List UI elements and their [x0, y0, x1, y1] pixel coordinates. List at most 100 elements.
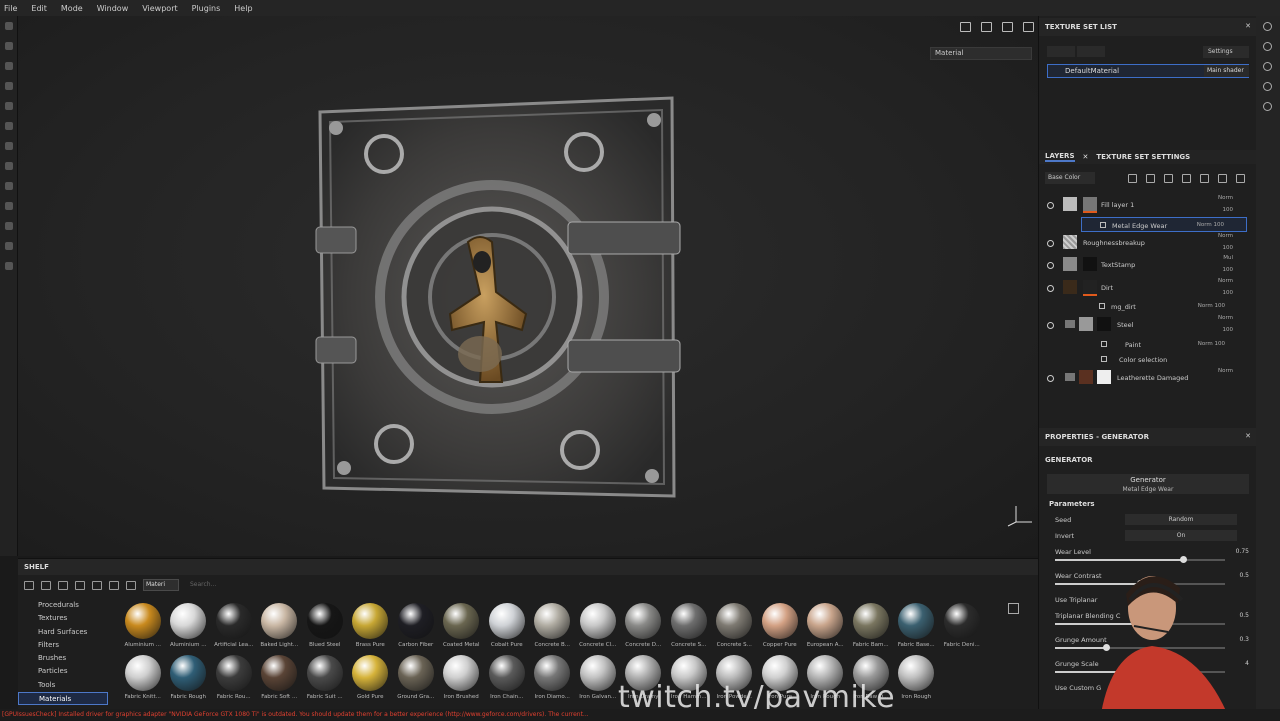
sublayer-row[interactable]: Paint Norm 100: [1039, 337, 1247, 352]
parameter-value[interactable]: 0.3: [1239, 636, 1249, 643]
material-tile[interactable]: Iron Galvan...: [575, 655, 621, 707]
list-icon[interactable]: [58, 580, 68, 590]
layer-row[interactable]: TextStamp Mul 100: [1039, 254, 1247, 277]
frame-icon[interactable]: [960, 22, 971, 32]
shelf-category-item[interactable]: Tools: [18, 679, 108, 692]
blend-mode[interactable]: Norm 100: [1198, 341, 1225, 347]
projection-icon[interactable]: [5, 62, 13, 70]
export-icon[interactable]: [5, 242, 13, 250]
visibility-eye-icon[interactable]: [1047, 284, 1054, 292]
material-tile[interactable]: Fabric Bam...: [848, 603, 894, 655]
material-tile[interactable]: Blued Steel: [302, 603, 348, 655]
tab-texture-set-settings[interactable]: TEXTURE SET SETTINGS: [1096, 153, 1190, 161]
parameter-value[interactable]: 0.75: [1236, 548, 1249, 555]
shelf-category-item[interactable]: Brushes: [18, 652, 108, 665]
menu-edit[interactable]: Edit: [31, 4, 47, 13]
material-tile[interactable]: Concrete D...: [621, 603, 667, 655]
visibility-eye-icon[interactable]: [1047, 262, 1054, 269]
parameter-value[interactable]: 0.5: [1239, 612, 1249, 619]
material-tile[interactable]: Fabric Base...: [894, 603, 940, 655]
channel-dropdown[interactable]: Base Color: [1045, 172, 1095, 184]
material-tile[interactable]: Fabric Deni...: [939, 603, 985, 655]
bake-icon[interactable]: [5, 162, 13, 170]
sublayer-row[interactable]: Metal Edge Wear Norm 100: [1081, 216, 1247, 232]
screenshot-icon[interactable]: [1023, 22, 1034, 32]
add-fill-layer-icon[interactable]: [1164, 173, 1173, 183]
color-picker-icon[interactable]: [5, 142, 13, 150]
blend-mode[interactable]: Norm: [1218, 233, 1233, 239]
filter-icon[interactable]: [109, 580, 119, 590]
add-smart-material-icon[interactable]: [1200, 173, 1209, 183]
visibility-eye-icon[interactable]: [1047, 202, 1054, 209]
material-tile[interactable]: Brass Pure: [348, 603, 394, 655]
shelf-category-item[interactable]: Procedurals: [18, 599, 108, 612]
generator-selector[interactable]: Generator Metal Edge Wear: [1047, 474, 1249, 494]
material-tile[interactable]: Iron Rough: [894, 655, 940, 707]
paint-brush-icon[interactable]: [5, 22, 13, 30]
material-tile[interactable]: Cobalt Pure: [484, 603, 530, 655]
opacity[interactable]: 100: [1223, 290, 1234, 296]
material-tile[interactable]: Fabric Rough: [166, 655, 212, 707]
visibility-eye-icon[interactable]: [1047, 239, 1054, 247]
menu-plugins[interactable]: Plugins: [192, 4, 221, 13]
blend-mode[interactable]: Norm: [1218, 315, 1233, 321]
layer-row[interactable]: Dirt Norm 100: [1039, 277, 1247, 300]
opacity[interactable]: 100: [1223, 267, 1234, 273]
material-tile[interactable]: Concrete Cl...: [575, 603, 621, 655]
display-settings-icon[interactable]: [1263, 42, 1272, 51]
layer-row[interactable]: Fill layer 1 Norm 100: [1039, 194, 1247, 217]
camera-icon[interactable]: [1002, 22, 1013, 32]
texture-set-button-2[interactable]: [1077, 46, 1105, 57]
shader-dropdown[interactable]: Main shader: [1204, 65, 1249, 77]
material-tile[interactable]: Fabric Rou...: [211, 655, 257, 707]
texture-set-row[interactable]: DefaultMaterial Main shader: [1047, 64, 1249, 78]
grid-view-icon[interactable]: [1008, 603, 1019, 614]
material-tile[interactable]: Concrete S...: [666, 603, 712, 655]
invert-toggle[interactable]: On: [1125, 530, 1237, 541]
material-tile[interactable]: Carbon Fiber: [393, 603, 439, 655]
add-effect-icon[interactable]: [1128, 173, 1137, 183]
log-icon[interactable]: [1263, 102, 1272, 111]
opacity[interactable]: 100: [1223, 327, 1234, 333]
import-icon[interactable]: [92, 580, 102, 590]
parameter-value[interactable]: 4: [1245, 660, 1249, 667]
layer-row[interactable]: Leatherette Damaged Norm: [1039, 367, 1247, 390]
material-tile[interactable]: Concrete S...: [712, 603, 758, 655]
blend-mode[interactable]: Norm 100: [1198, 303, 1225, 309]
folder-icon[interactable]: [24, 580, 34, 590]
view-cube-icon[interactable]: [981, 22, 992, 32]
opacity[interactable]: 100: [1223, 245, 1234, 251]
material-tile[interactable]: Iron Diamo...: [530, 655, 576, 707]
shelf-category-item[interactable]: Filters: [18, 639, 108, 652]
menu-file[interactable]: File: [4, 4, 17, 13]
refresh-icon[interactable]: [126, 580, 136, 590]
material-tile[interactable]: Aluminium ...: [120, 603, 166, 655]
seed-random-button[interactable]: Random: [1125, 514, 1237, 525]
blend-mode[interactable]: Norm: [1218, 278, 1233, 284]
opacity[interactable]: 100: [1223, 207, 1234, 213]
material-tile[interactable]: Concrete B...: [530, 603, 576, 655]
history-icon[interactable]: [1263, 82, 1272, 91]
close-icon[interactable]: ✕: [1245, 432, 1251, 440]
parameter-value[interactable]: 0.5: [1239, 572, 1249, 579]
viewport-mode-dropdown[interactable]: Material: [930, 47, 1032, 60]
material-tile[interactable]: Iron Chain...: [484, 655, 530, 707]
settings-dropdown[interactable]: Settings: [1203, 46, 1249, 58]
menu-mode[interactable]: Mode: [61, 4, 83, 13]
material-tile[interactable]: Iron Brushed: [439, 655, 485, 707]
material-tile[interactable]: Gold Pure: [348, 655, 394, 707]
material-tile[interactable]: Ground Gra...: [393, 655, 439, 707]
script-icon[interactable]: [5, 202, 13, 210]
filter-tag[interactable]: Materi: [143, 579, 179, 591]
material-tile[interactable]: Fabric Knitt...: [120, 655, 166, 707]
clone-stamp-icon[interactable]: [5, 122, 13, 130]
shelf-category-item[interactable]: Particles: [18, 665, 108, 678]
material-tile[interactable]: Fabric Soft ...: [257, 655, 303, 707]
hide-icon[interactable]: [75, 580, 85, 590]
material-tile[interactable]: Coated Metal: [439, 603, 485, 655]
eraser-icon[interactable]: [5, 42, 13, 50]
close-icon[interactable]: ✕: [1245, 22, 1251, 30]
new-folder-icon[interactable]: [41, 580, 51, 590]
settings-icon[interactable]: [5, 262, 13, 270]
layer-row[interactable]: Steel Norm 100: [1039, 314, 1247, 337]
